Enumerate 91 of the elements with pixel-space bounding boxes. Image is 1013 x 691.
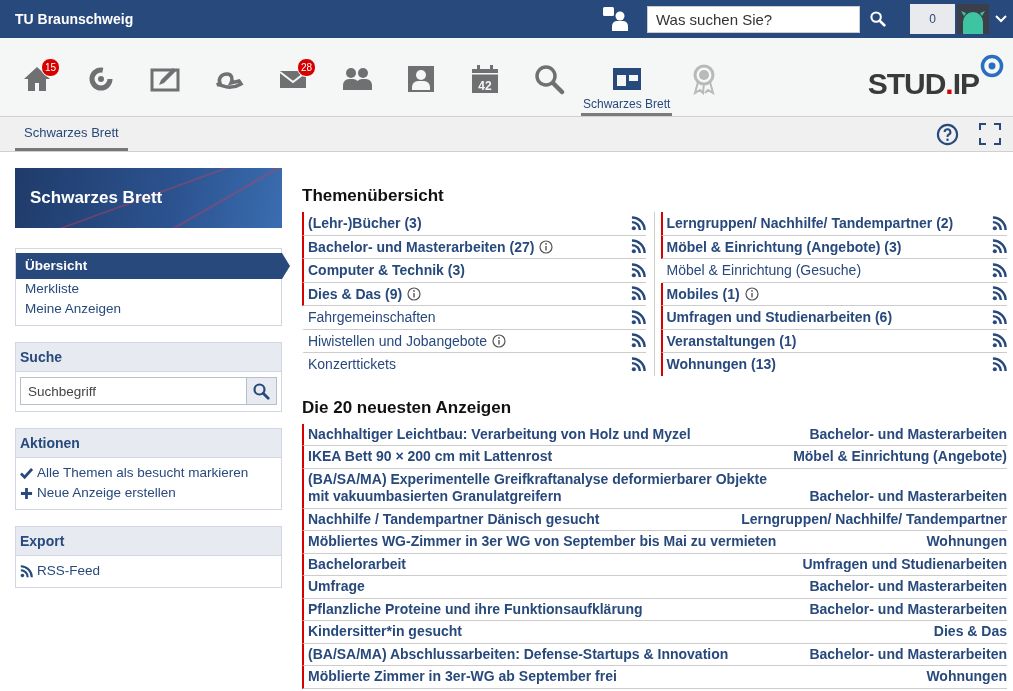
logo: STUD.IP: [867, 53, 1005, 101]
fullscreen-icon[interactable]: [979, 123, 1001, 145]
info-icon: [744, 286, 759, 301]
rss-icon[interactable]: [992, 262, 1007, 278]
topic-link[interactable]: Möbel & Einrichtung (Angebote): [793, 448, 1007, 466]
count-badge: 28: [297, 58, 316, 77]
search-field[interactable]: Was suchen Sie?: [647, 5, 860, 33]
topic-link[interactable]: Wohnungen: [926, 668, 1007, 686]
rss-icon: [20, 564, 33, 578]
topic-link[interactable]: Bachelor- und Masterarbeiten: [809, 578, 1007, 596]
sidebar-item[interactable]: Übersicht: [16, 253, 290, 279]
site-title: TU Braunschweig: [15, 11, 135, 27]
topic-link[interactable]: Umfragen und Studienarbeiten: [802, 555, 1007, 573]
info-icon: [492, 333, 506, 348]
action-link[interactable]: Alle Themen als besucht markieren: [20, 463, 277, 483]
rss-icon[interactable]: [630, 309, 646, 325]
plus-icon: [20, 486, 33, 500]
rss-icon[interactable]: [630, 262, 646, 278]
ad-link[interactable]: IKEA Bett 90 × 200 cm mit Lattenrost: [308, 448, 553, 466]
section-heading: Themenübersicht: [302, 186, 445, 206]
topic-link[interactable]: Wohnungen (13): [660, 353, 1007, 376]
ad-link[interactable]: Pflanzliche Proteine und ihre Funktionsaufklärung: [308, 600, 643, 618]
ad-link[interactable]: (BA/SA/MA) Experimentelle Greifkraftanalyse deformierbarer Objekte mit vakuumbasierten Granulatgreifern: [308, 470, 788, 506]
tab[interactable]: Schwarzes Brett: [15, 117, 128, 151]
logo-ring-icon: [979, 53, 1005, 79]
rss-icon[interactable]: [630, 239, 646, 255]
help-people-icon[interactable]: [603, 7, 629, 31]
rss-icon[interactable]: [992, 356, 1007, 372]
topic-link[interactable]: Konzerttickets: [302, 353, 646, 376]
topic-link[interactable]: Dies & Das: [933, 623, 1007, 641]
rss-icon[interactable]: [630, 333, 646, 349]
check-icon: [20, 466, 33, 480]
widget-title: Export: [16, 527, 281, 556]
topic-link[interactable]: Fahrgemeinschaften: [302, 306, 646, 330]
count-badge: 15: [41, 58, 60, 77]
nav-item[interactable]: 28: [261, 38, 325, 116]
ad-link[interactable]: Bachelorarbeit: [308, 555, 407, 573]
profile-icon: [405, 63, 437, 95]
rss-icon[interactable]: [992, 215, 1007, 231]
info-icon: [407, 286, 422, 301]
ad-link[interactable]: Nachhaltiger Leichtbau: Verarbeitung von Holz und Myzel: [308, 425, 691, 443]
sidebar-item[interactable]: Meine Anzeigen: [16, 299, 281, 319]
nav-item[interactable]: 15: [5, 38, 69, 116]
topic-link[interactable]: Veranstaltungen (1): [660, 329, 1007, 353]
topic-link[interactable]: Hiwistellen und Jobangebote: [302, 329, 646, 353]
nav-item[interactable]: 42: [453, 38, 517, 116]
ad-link[interactable]: Möblierte Zimmer in 3er-WG ab September frei: [308, 668, 617, 686]
topic-link[interactable]: Bachelor- und Masterarbeiten: [809, 645, 1007, 663]
topic-link[interactable]: Lerngruppen/ Nachhilfe/ Tandempartner: [741, 510, 1007, 528]
action-link[interactable]: Neue Anzeige erstellen: [20, 483, 277, 503]
sidebar-title: Schwarzes Brett: [30, 188, 163, 208]
topic-link[interactable]: Bachelor- und Masterarbeiten (27): [302, 235, 646, 259]
avatar-icon[interactable]: [957, 4, 989, 34]
widget-title: Aktionen: [16, 429, 281, 458]
topic-link[interactable]: Computer & Technik (3): [302, 259, 646, 283]
topic-link[interactable]: Mobiles (1): [660, 282, 1007, 306]
search-icon: [253, 382, 270, 400]
rss-icon[interactable]: [630, 356, 646, 372]
topic-link[interactable]: Umfragen und Studienarbeiten (6): [660, 306, 1007, 330]
help-icon[interactable]: [936, 122, 959, 146]
search-bar[interactable]: Suchbegriff: [20, 377, 277, 405]
rss-icon[interactable]: [992, 239, 1007, 255]
action-link[interactable]: RSS-Feed: [20, 561, 277, 581]
ad-link[interactable]: Möbliertes WG-Zimmer in 3er WG von September bis Mai zu vermieten: [308, 533, 777, 551]
caret-icon[interactable]: [995, 15, 1007, 23]
topic-link[interactable]: Möbel & Einrichtung (Angebote) (3): [660, 235, 1007, 259]
ad-link[interactable]: Nachhilfe / Tandempartner Dänisch gesucht: [308, 510, 600, 528]
topic-link[interactable]: (Lehr-)Bücher (3): [302, 212, 646, 236]
ad-link[interactable]: (BA/SA/MA) Abschlussarbeiten: Defense-Startups & Innovation: [308, 645, 729, 663]
topic-link[interactable]: Wohnungen: [926, 533, 1007, 551]
rss-icon[interactable]: [630, 286, 646, 302]
search-icon[interactable]: [870, 11, 886, 27]
notification-counter[interactable]: 0: [910, 4, 955, 34]
topic-link[interactable]: Bachelor- und Masterarbeiten: [809, 425, 1007, 443]
rss-icon[interactable]: [630, 215, 646, 231]
rss-icon[interactable]: [992, 286, 1007, 302]
rss-icon[interactable]: [992, 333, 1007, 349]
rss-icon[interactable]: [992, 309, 1007, 325]
topic-link[interactable]: Dies & Das (9): [302, 282, 646, 306]
topic-link[interactable]: Bachelor- und Masterarbeiten: [809, 488, 1007, 506]
section-heading: Die 20 neuesten Anzeigen: [302, 397, 513, 418]
sidebar-item[interactable]: Merkliste: [16, 279, 281, 299]
search-button[interactable]: [246, 378, 276, 404]
search-icon: [533, 63, 565, 95]
topic-link[interactable]: Lerngruppen/ Nachhilfe/ Tandempartner (2): [660, 212, 1007, 236]
info-icon: [539, 239, 554, 254]
ad-link[interactable]: Umfrage: [308, 578, 365, 596]
topic-link[interactable]: Bachelor- und Masterarbeiten: [809, 600, 1007, 618]
ad-link[interactable]: Kindersitter*in gesucht: [308, 623, 463, 641]
topic-link[interactable]: Möbel & Einrichtung (Gesuche): [660, 259, 1007, 283]
widget-title: Suche: [16, 343, 281, 372]
